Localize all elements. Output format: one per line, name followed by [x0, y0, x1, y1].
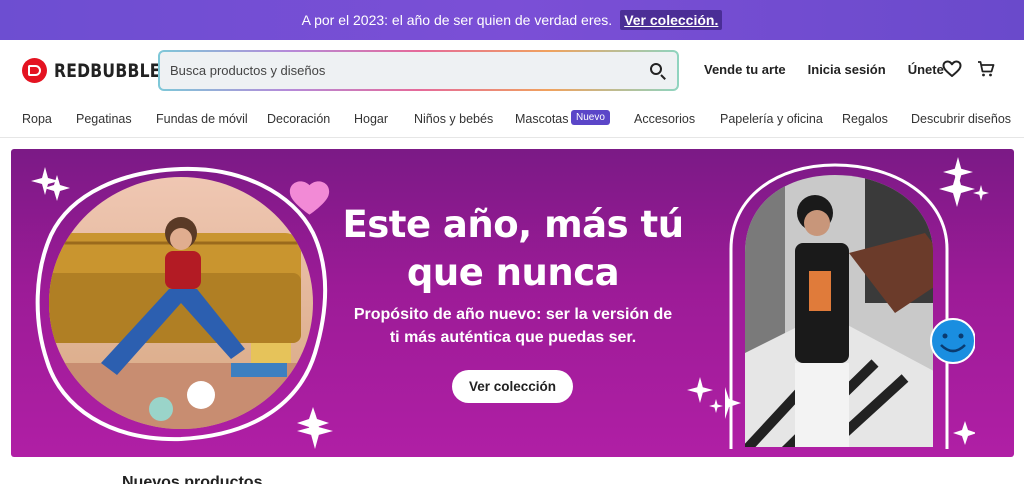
nav-item-ninos[interactable]: Niños y bebés — [414, 112, 493, 126]
logo-icon — [22, 58, 47, 83]
nav-item-papeleria[interactable]: Papelería y oficina — [720, 112, 823, 126]
category-nav: Ropa Pegatinas Fundas de móvil Decoració… — [0, 100, 1024, 138]
login-link[interactable]: Inicia sesión — [808, 62, 886, 77]
hero-subtitle-line-1: Propósito de año nuevo: ser la versión d… — [353, 306, 673, 323]
hero-subtitle: Propósito de año nuevo: ser la versión d… — [341, 303, 685, 349]
nav-item-ropa[interactable]: Ropa — [22, 112, 52, 126]
sparkle-icon — [943, 157, 973, 187]
hero-cta-button[interactable]: Ver colección — [452, 370, 573, 403]
sparkle-icon — [297, 413, 333, 449]
hero-banner[interactable]: Este año, más tú que nunca Propósito de … — [11, 149, 1014, 457]
section-heading: Nuevos productos — [122, 474, 263, 484]
nav-item-hogar[interactable]: Hogar — [354, 112, 388, 126]
hero-left-photo — [35, 166, 330, 442]
logo-text: REDBUBBLE — [54, 59, 161, 82]
cart-icon[interactable] — [977, 60, 995, 78]
hero-subtitle-line-2: ti más auténtica que puedas ser. — [389, 329, 637, 346]
hero-title-line-1: Este año, más tú — [342, 203, 684, 246]
signup-link[interactable]: Únete — [908, 62, 944, 77]
new-badge: Nuevo — [571, 110, 610, 125]
header-links: Vende tu arte Inicia sesión Únete — [704, 62, 966, 77]
search-box — [158, 50, 679, 91]
site-header: REDBUBBLE Vende tu arte Inicia sesión Ún… — [0, 40, 1024, 100]
nav-item-descubrir[interactable]: Descubrir diseños — [911, 112, 1011, 126]
hero-right-photo — [725, 163, 975, 449]
search-icon[interactable] — [649, 62, 667, 80]
heart-icon[interactable] — [942, 60, 962, 78]
sell-art-link[interactable]: Vende tu arte — [704, 62, 786, 77]
sparkle-icon — [709, 399, 723, 413]
sparkle-icon — [973, 185, 989, 201]
hero-title: Este año, más tú que nunca — [341, 201, 685, 297]
nav-item-accesorios[interactable]: Accesorios — [634, 112, 695, 126]
promo-bar: A por el 2023: el año de ser quien de ve… — [0, 0, 1024, 40]
nav-item-mascotas[interactable]: Mascotas — [515, 112, 569, 126]
nav-item-decoracion[interactable]: Decoración — [267, 112, 330, 126]
promo-link[interactable]: Ver colección. — [620, 10, 723, 30]
nav-item-regalos[interactable]: Regalos — [842, 112, 888, 126]
nav-item-fundas[interactable]: Fundas de móvil — [156, 112, 248, 126]
nav-item-pegatinas[interactable]: Pegatinas — [76, 112, 132, 126]
hero-title-line-2: que nunca — [406, 251, 620, 294]
sparkle-icon — [31, 167, 59, 195]
promo-message: A por el 2023: el año de ser quien de ve… — [301, 12, 613, 28]
search-input[interactable] — [170, 63, 649, 78]
